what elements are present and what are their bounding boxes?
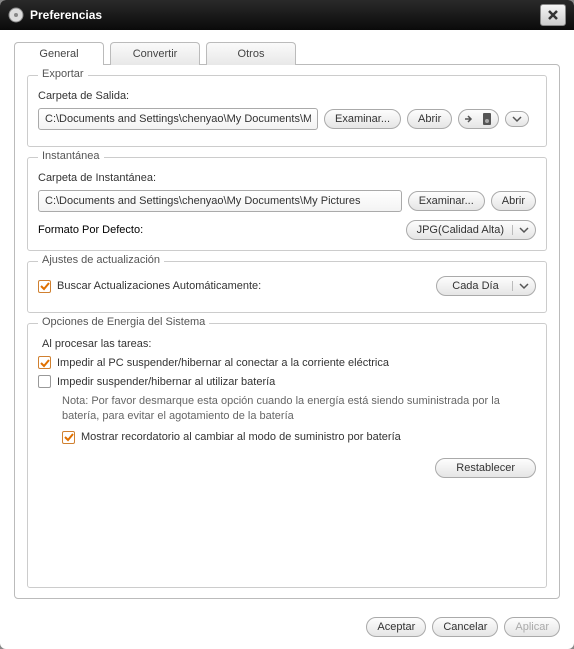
section-title-updates: Ajustes de actualización	[38, 254, 164, 266]
export-folder-label: Carpeta de Salida:	[38, 90, 536, 102]
tab-bar: General Convertir Otros	[14, 42, 560, 65]
section-export: Exportar Carpeta de Salida: Examinar... …	[27, 75, 547, 147]
snapshot-folder-input[interactable]	[38, 190, 402, 212]
prevent-ac-label: Impedir al PC suspender/hibernar al cone…	[57, 357, 389, 369]
apply-button: Aplicar	[504, 617, 560, 637]
tab-general[interactable]: General	[14, 42, 104, 65]
snapshot-open-button[interactable]: Abrir	[491, 191, 536, 211]
chevron-down-icon	[512, 225, 529, 235]
window-title: Preferencias	[30, 8, 540, 22]
auto-update-checkbox[interactable]	[38, 280, 51, 293]
section-title-energy: Opciones de Energia del Sistema	[38, 316, 209, 328]
cancel-button[interactable]: Cancelar	[432, 617, 498, 637]
section-title-snapshot: Instantánea	[38, 150, 104, 162]
prevent-battery-checkbox[interactable]	[38, 375, 51, 388]
snapshot-format-select[interactable]: JPG(Calidad Alta)	[406, 220, 536, 240]
app-icon	[8, 7, 24, 23]
titlebar: Preferencias	[0, 0, 574, 30]
export-folder-input[interactable]	[38, 108, 318, 130]
section-title-export: Exportar	[38, 68, 88, 80]
export-device-dropdown[interactable]	[505, 111, 529, 127]
restore-button[interactable]: Restablecer	[435, 458, 536, 478]
export-open-button[interactable]: Abrir	[407, 109, 452, 129]
snapshot-folder-label: Carpeta de Instantánea:	[38, 172, 536, 184]
tab-panel-general: Exportar Carpeta de Salida: Examinar... …	[14, 64, 560, 599]
show-reminder-label: Mostrar recordatorio al cambiar al modo …	[81, 431, 401, 443]
auto-update-label: Buscar Actualizaciones Automáticamente:	[57, 280, 261, 292]
show-reminder-checkbox[interactable]	[62, 431, 75, 444]
update-frequency-select[interactable]: Cada Día	[436, 276, 536, 296]
update-frequency-value: Cada Día	[447, 280, 504, 292]
content-area: General Convertir Otros Exportar Carpeta…	[0, 30, 574, 609]
section-energy: Opciones de Energia del Sistema Al proce…	[27, 323, 547, 588]
tab-convert[interactable]: Convertir	[110, 42, 200, 65]
chevron-down-icon	[512, 281, 529, 291]
export-device-button[interactable]	[458, 109, 499, 129]
snapshot-format-value: JPG(Calidad Alta)	[417, 224, 504, 236]
prevent-battery-label: Impedir suspender/hibernar al utilizar b…	[57, 376, 275, 388]
section-snapshot: Instantánea Carpeta de Instantánea: Exam…	[27, 157, 547, 251]
preferences-window: Preferencias General Convertir Otros Exp…	[0, 0, 574, 649]
energy-note: Nota: Por favor desmarque esta opción cu…	[62, 394, 536, 425]
dialog-footer: Aceptar Cancelar Aplicar	[0, 609, 574, 649]
energy-processing-label: Al procesar las tareas:	[42, 338, 536, 350]
section-updates: Ajustes de actualización Buscar Actualiz…	[27, 261, 547, 313]
snapshot-browse-button[interactable]: Examinar...	[408, 191, 485, 211]
ok-button[interactable]: Aceptar	[366, 617, 426, 637]
snapshot-format-label: Formato Por Defecto:	[38, 224, 143, 236]
tab-others[interactable]: Otros	[206, 42, 296, 65]
prevent-ac-checkbox[interactable]	[38, 356, 51, 369]
close-button[interactable]	[540, 4, 566, 26]
export-browse-button[interactable]: Examinar...	[324, 109, 401, 129]
